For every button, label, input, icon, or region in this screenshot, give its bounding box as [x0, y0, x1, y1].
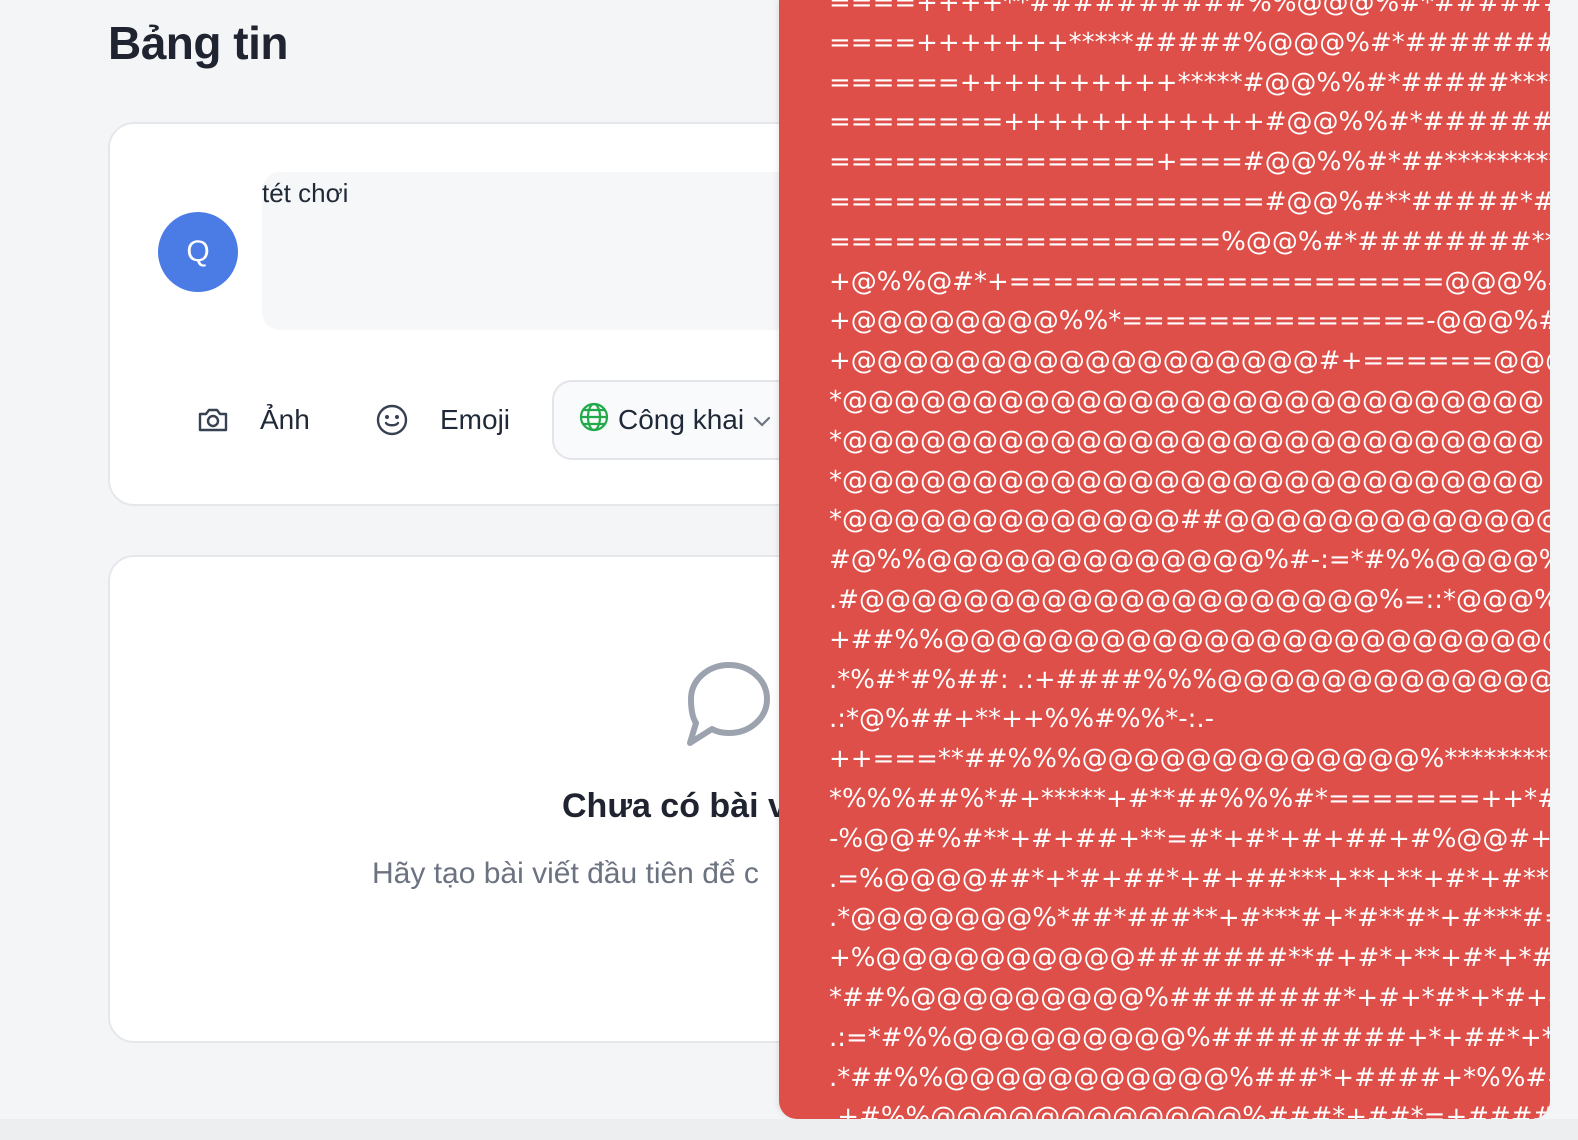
ascii-line: *%%%##%*#+*****+#**##%%%#*=======++*##%% — [829, 783, 1550, 814]
feed-empty-state-card: Chưa có bài v Hãy tạo bài viết đầu tiên … — [108, 555, 888, 1043]
ascii-line: ======++++++++++*****#@@%%#*#####*******… — [829, 67, 1550, 98]
ascii-line: .:=*#%%@@@@@@@@@%#########+*+##*+**+# — [829, 1022, 1550, 1053]
smiley-icon — [374, 402, 410, 438]
ascii-line: .=%@@@@##*+*#+##*+#+##***+**+**+#*+#**#%… — [829, 863, 1550, 894]
ascii-line: +%@@@@@@@@@@#######**#+#*+**+#*+*#*+#* — [829, 943, 1550, 974]
ascii-line: .+#%%@@@@@@@@@@@@%###*+##*=+#####%@@@ — [829, 1102, 1550, 1119]
ascii-line: ====================#@@%#**#####*#******… — [829, 186, 1550, 217]
ascii-art-overlay: ====++++**##########%%@@@%#*######***** =… — [779, 0, 1550, 1119]
ascii-line: #@%%@@@@@@@@@@@@@%#-:=*#%%@@@@%# — [829, 545, 1550, 576]
ascii-line: +@@@@@@@@@@@@@@@@@@#+======@@@% — [829, 346, 1550, 377]
ascii-line: *##%@@@@@@@@@%########*+#+*#*+*#+#***** — [829, 982, 1550, 1013]
ascii-line: .*%#*#%##: .:+####%%%@@@@@@@@@@@@@@ — [829, 664, 1550, 695]
ascii-line: .:*@%##+**++%%#%%*-:.- — [829, 704, 1215, 735]
ascii-line: *@@@@@@@@@@@@@@@@@@@@@@@@@@@ — [829, 425, 1544, 456]
empty-state-subtitle: Hãy tạo bài viết đầu tiên để c — [372, 857, 759, 890]
ascii-line: ==================%@@%#*########********… — [829, 226, 1550, 257]
ascii-line: .#@@@@@@@@@@@@@@@@@@@@%=::*@@@% — [829, 584, 1550, 615]
ascii-line: ===============+===#@@%%#*##************… — [829, 147, 1550, 178]
avatar[interactable]: Q — [158, 212, 238, 292]
privacy-label: Công khai — [618, 404, 745, 435]
bottom-strip — [0, 1119, 1578, 1140]
globe-icon — [578, 401, 610, 440]
ascii-line: *@@@@@@@@@@@@@@@@@@@@@@@@@@@ — [829, 385, 1544, 416]
ascii-line: *@@@@@@@@@@@@@@@@@@@@@@@@@@@ — [829, 465, 1544, 496]
ascii-line: -%@@#%#**+#+##+**=#*+#*+#+##+#%@@#+===== — [829, 823, 1550, 854]
ascii-line: *@@@@@@@@@@@@@##@@@@@@@@@@@@@ — [829, 505, 1550, 536]
ascii-line: +@@@@@@@@%%*==============-@@@%#*## — [829, 306, 1550, 337]
ascii-line: .*##%%@@@@@@@@@@@%###*+####+*%%####*** — [829, 1062, 1550, 1093]
ascii-line: +##%%@@@@@@@@@@@@@@@@@@@@@@@@ — [829, 624, 1550, 655]
ascii-line: .*@@@@@@@%*##*###**+#***#+*#**#*+#***#=*… — [829, 903, 1550, 934]
chevron-down-icon — [752, 404, 772, 436]
page-title: Bảng tin — [108, 17, 288, 69]
add-emoji-label: Emoji — [440, 404, 511, 435]
camera-icon — [196, 405, 230, 435]
post-composer-card: Q tét chơi Ảnh Emoji Công khai — [108, 122, 902, 506]
ascii-line: ====+++++++*****#####%@@@%#*#######*****… — [829, 27, 1550, 58]
ascii-line: ========++++++++++++#@@%%#*######*******… — [829, 107, 1550, 138]
add-photo-button[interactable]: Ảnh — [196, 400, 310, 440]
chat-bubble-icon — [684, 659, 774, 754]
empty-state-title: Chưa có bài v — [562, 787, 787, 825]
ascii-line: +@%%@#*+====================@@@%#*##### — [829, 266, 1550, 297]
add-emoji-button[interactable]: Emoji — [374, 400, 510, 440]
add-photo-label: Ảnh — [260, 404, 310, 435]
ascii-line: ====++++**##########%%@@@%#*######***** — [829, 0, 1550, 18]
ascii-line: ++===**##%%%@@@@@@@@@@@@@%********** — [829, 744, 1550, 775]
ascii-art-text: ====++++**##########%%@@@%#*######***** =… — [829, 0, 1550, 1119]
